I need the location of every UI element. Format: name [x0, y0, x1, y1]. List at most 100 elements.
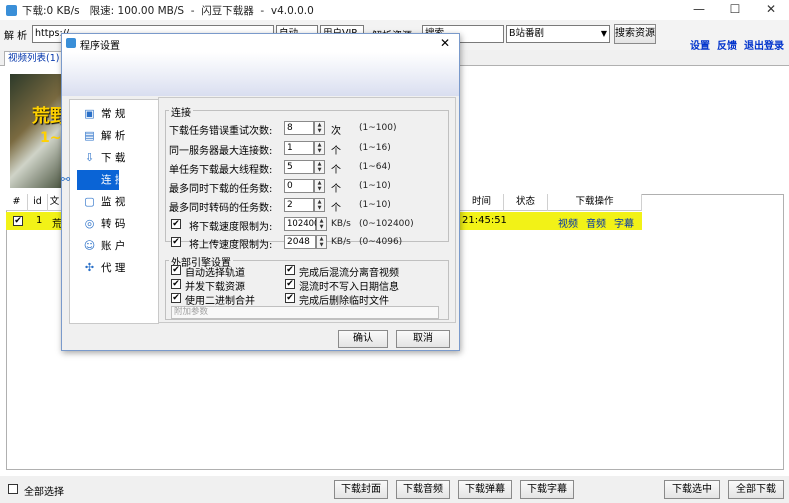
tab-video-list[interactable]: 视频列表(1)	[4, 51, 64, 66]
nav-label: 监 视	[101, 196, 126, 208]
max-dl-tasks-spinner[interactable]: ▲ ▼	[314, 179, 325, 193]
binary-merge-checkbox[interactable]: ✔	[171, 293, 181, 303]
max-tc-tasks-spinner[interactable]: ▲ ▼	[314, 198, 325, 212]
extra-args-input[interactable]: 附加参数	[171, 306, 439, 319]
binary-merge-label: 使用二进制合并	[185, 296, 255, 307]
threads-spinner[interactable]: ▲ ▼	[314, 160, 325, 174]
download-danmaku-button[interactable]: 下载弹幕	[458, 480, 512, 499]
download-audio-button[interactable]: 下载音频	[396, 480, 450, 499]
col-status[interactable]: 状态	[504, 194, 548, 211]
col-time[interactable]: 时间	[460, 194, 504, 211]
nav-download[interactable]: ⇩ 下 载	[77, 148, 147, 168]
site-select[interactable]: B站番剧 ▼	[506, 25, 610, 43]
max-conn-range: (1~16)	[359, 143, 391, 153]
title-bar: 下载:0 KB/s 限速: 100.00 MB/S - 闪豆下载器 - v4.0…	[0, 0, 789, 20]
row-op-audio[interactable]: 音频	[586, 215, 606, 230]
nav-parse[interactable]: ▤ 解 析	[77, 126, 147, 146]
max-dl-tasks-input[interactable]: 0	[284, 179, 314, 193]
maximize-button[interactable]: ☐	[717, 0, 753, 20]
retry-range: (1~100)	[359, 123, 397, 133]
nav-account[interactable]: ☺ 账 户	[77, 236, 147, 256]
dl-limit-input[interactable]: 102400	[284, 217, 319, 231]
search-resource-button[interactable]: 搜索资源	[614, 24, 656, 44]
ul-limit-input[interactable]: 2048	[284, 235, 316, 249]
bottom-bar: 全部选择 下载封面 下载音频 下载弹幕 下载字幕 下载选中 全部下载	[0, 476, 789, 503]
max-tc-tasks-input[interactable]: 2	[284, 198, 314, 212]
no-date-checkbox[interactable]: ✔	[285, 279, 295, 289]
ul-limit-label: 将上传速度限制为:	[189, 240, 273, 251]
threads-input[interactable]: 5	[284, 160, 314, 174]
delete-temp-label: 完成后删除临时文件	[299, 296, 389, 307]
no-date-label: 混流时不写入日期信息	[299, 282, 399, 293]
download-cover-button[interactable]: 下载封面	[334, 480, 388, 499]
close-button[interactable]: ✕	[753, 0, 789, 20]
transcode-icon: ◎	[84, 217, 95, 230]
account-icon: ☺	[83, 239, 96, 252]
minimize-button[interactable]: —	[681, 0, 717, 20]
row-op-subtitle[interactable]: 字幕	[614, 215, 634, 230]
link-icon: ⚯	[60, 173, 71, 186]
row-checkbox[interactable]: ✔	[13, 216, 23, 226]
app-icon	[6, 5, 17, 16]
general-icon: ▣	[84, 107, 95, 120]
cancel-button[interactable]: 取消	[396, 330, 450, 348]
nav-label: 转 码	[101, 218, 126, 230]
dl-limit-checkbox[interactable]: ✔	[171, 219, 181, 229]
delete-temp-checkbox[interactable]: ✔	[285, 293, 295, 303]
nav-monitor[interactable]: ▢ 监 视	[77, 192, 147, 212]
threads-label: 单任务下载最大线程数:	[169, 165, 273, 176]
nav-proxy[interactable]: ✣ 代 理	[77, 258, 147, 278]
row-op-video[interactable]: 视频	[558, 215, 578, 230]
dialog-close-button[interactable]: ✕	[440, 36, 450, 50]
max-conn-input[interactable]: 1	[284, 141, 314, 155]
dl-limit-label: 将下载速度限制为:	[189, 222, 273, 233]
retry-spinner[interactable]: ▲ ▼	[314, 121, 325, 135]
max-conn-label: 同一服务器最大连接数:	[169, 146, 273, 157]
auto-track-label: 自动选择轨道	[185, 268, 245, 279]
parse-icon: ▤	[84, 129, 95, 142]
retry-input[interactable]: 8	[284, 121, 314, 135]
retry-unit: 次	[331, 126, 341, 137]
dl-limit-spinner[interactable]: ▲ ▼	[316, 217, 327, 231]
max-conn-spinner[interactable]: ▲ ▼	[314, 141, 325, 155]
threads-range: (1~64)	[359, 162, 391, 172]
ok-button[interactable]: 确认	[338, 330, 388, 348]
thumbnail-episode: 1~	[40, 130, 62, 146]
ul-limit-spinner[interactable]: ▲ ▼	[316, 235, 327, 249]
ul-limit-unit: KB/s	[331, 237, 351, 247]
download-selected-button[interactable]: 下载选中	[664, 480, 720, 499]
settings-nav: ▣ 常 规 ▤ 解 析 ⇩ 下 载 ⚯ 连 接 ▢ 监 视 ◎ 转 码 ☺ 账 户 ✣ 代 理	[61, 99, 159, 324]
parse-label: 解 析	[4, 31, 28, 42]
download-all-button[interactable]: 全部下载	[728, 480, 784, 499]
download-subtitle-button[interactable]: 下载字幕	[520, 480, 574, 499]
max-tc-tasks-label: 最多同时转码的任务数:	[169, 203, 273, 214]
max-dl-tasks-unit: 个	[331, 184, 341, 195]
max-conn-unit: 个	[331, 146, 341, 157]
concurrent-checkbox[interactable]: ✔	[171, 279, 181, 289]
nav-general[interactable]: ▣ 常 规	[77, 104, 147, 124]
dialog-banner	[62, 52, 459, 96]
select-all-checkbox[interactable]	[8, 484, 18, 494]
nav-transcode[interactable]: ◎ 转 码	[77, 214, 147, 234]
col-file[interactable]: 文	[48, 194, 62, 211]
nav-label: 解 析	[101, 130, 126, 142]
threads-unit: 个	[331, 165, 341, 176]
auto-track-checkbox[interactable]: ✔	[171, 265, 181, 275]
ul-limit-checkbox[interactable]: ✔	[171, 237, 181, 247]
nav-connection[interactable]: ⚯ 连 接	[61, 170, 125, 190]
settings-panel: 连接 下载任务错误重试次数: 8 ▲ ▼ 次 (1~100) 同一服务器最大连接数…	[158, 97, 456, 323]
max-dl-tasks-range: (1~10)	[359, 181, 391, 191]
mux-after-checkbox[interactable]: ✔	[285, 265, 295, 275]
row-index: 1	[36, 215, 43, 226]
nav-label: 账 户	[101, 240, 126, 252]
row-time: 21:45:51	[462, 215, 507, 226]
col-id[interactable]: id	[28, 194, 48, 211]
dialog-app-icon	[66, 38, 76, 48]
col-hash[interactable]: #	[6, 194, 28, 211]
select-all-label[interactable]: 全部选择	[24, 483, 64, 498]
settings-dialog: 程序设置 ✕ ▣ 常 规 ▤ 解 析 ⇩ 下 载 ⚯ 连 接 ▢ 监 视 ◎ 转 码 ☺ 账 …	[61, 33, 460, 351]
max-dl-tasks-label: 最多同时下载的任务数:	[169, 184, 273, 195]
max-tc-tasks-range: (1~10)	[359, 200, 391, 210]
nav-label: 连 接	[101, 174, 126, 186]
col-ops[interactable]: 下载操作	[548, 194, 642, 211]
